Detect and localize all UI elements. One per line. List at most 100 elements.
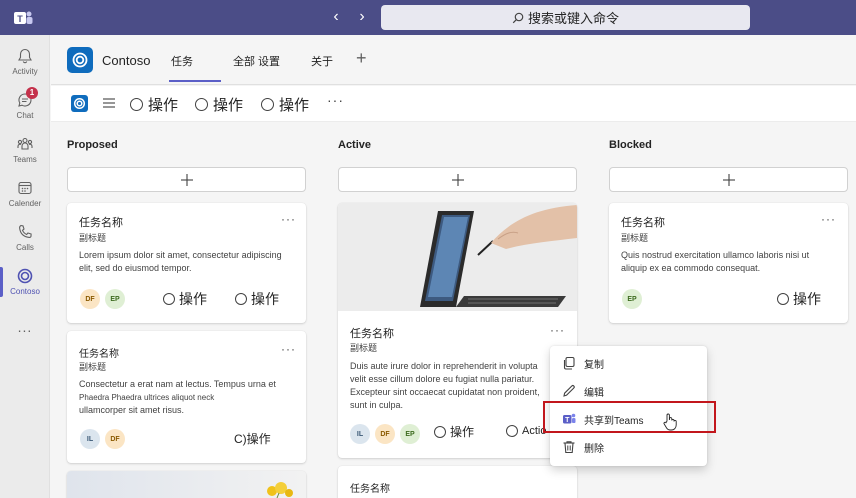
card-description: Lorem ipsum dolor sit amet, consectetur … xyxy=(79,249,282,275)
task-card[interactable]: 任务名称 副标题 ··· Consectetur a erat nam at l… xyxy=(67,331,306,463)
rail-item-label: Teams xyxy=(13,155,37,164)
app-rail: Activity Chat 1 Teams Calender Calls Con… xyxy=(0,35,50,498)
toolbar-action-button[interactable]: 操作 xyxy=(130,94,178,115)
menu-item-label: 删除 xyxy=(584,443,604,455)
more-options-icon[interactable]: ··· xyxy=(821,212,836,226)
hamburger-menu-icon[interactable] xyxy=(103,97,115,109)
card-description-line: Duis aute irure dolor in reprehenderit i… xyxy=(350,361,538,371)
rail-item-calendar[interactable]: Calender xyxy=(0,173,50,217)
avatar[interactable]: DF xyxy=(80,289,100,309)
card-action-button[interactable]: C)操作 xyxy=(234,430,271,447)
svg-text:T: T xyxy=(17,14,23,24)
more-options-icon[interactable]: ··· xyxy=(281,342,296,356)
card-description-line: velit esse cillum dolore eu fugiat nulla… xyxy=(350,374,535,384)
active-tab-indicator xyxy=(169,80,221,82)
more-options-icon[interactable]: ··· xyxy=(327,92,344,108)
avatar[interactable]: EP xyxy=(400,424,420,444)
action-label: 操作 xyxy=(213,97,244,114)
avatar[interactable]: DF xyxy=(375,424,395,444)
plus-icon xyxy=(451,173,464,186)
rail-item-teams[interactable]: Teams xyxy=(0,129,50,173)
phone-icon xyxy=(19,224,32,238)
hand-cursor-icon xyxy=(663,413,677,431)
add-task-button[interactable] xyxy=(609,167,848,192)
card-action-button[interactable]: 操作 xyxy=(777,289,821,309)
card-subtitle: 副标题 xyxy=(350,343,378,353)
add-task-button[interactable] xyxy=(67,167,306,192)
card-title: 任务名称 xyxy=(79,217,123,229)
toolbar-action-button[interactable]: 操作 xyxy=(195,94,243,115)
toolbar-action-button[interactable]: 操作 xyxy=(261,94,309,115)
task-card[interactable] xyxy=(67,471,306,498)
menu-item-label: 编辑 xyxy=(584,387,604,399)
add-tab-button[interactable]: + xyxy=(356,49,367,67)
card-title: 任务名称 xyxy=(350,484,390,495)
more-options-icon[interactable]: ··· xyxy=(281,212,296,226)
back-arrow-icon[interactable]: ‹ xyxy=(330,8,342,26)
tab-about[interactable]: 关于 xyxy=(311,53,333,69)
radio-icon xyxy=(261,98,274,111)
rail-item-activity[interactable]: Activity xyxy=(0,41,50,85)
card-action-button[interactable]: Actio xyxy=(506,425,546,437)
title-bar: T ‹ › 搜索或键入命令 xyxy=(0,0,856,35)
more-apps-icon[interactable]: ... xyxy=(0,319,50,363)
card-description-line: sunt in culpa. xyxy=(350,400,404,410)
card-action-button[interactable]: 操作 xyxy=(434,423,474,440)
trash-icon xyxy=(563,441,575,454)
add-task-button[interactable] xyxy=(338,167,577,192)
task-card[interactable]: 任务名称 副标题 ··· Quis nostrud exercitation u… xyxy=(609,203,848,323)
radio-icon xyxy=(163,293,175,305)
contoso-logo-icon xyxy=(67,47,93,73)
toolbar: 操作 操作 操作 ··· xyxy=(51,86,856,122)
card-description-line: Excepteur sint occaecat cupidatat non pr… xyxy=(350,387,540,397)
rail-item-contoso[interactable]: Contoso xyxy=(0,261,50,305)
plus-icon xyxy=(180,173,193,186)
action-label: C)操作 xyxy=(234,432,271,446)
card-description-line: elit, sed do eiusmod tempor. xyxy=(79,263,192,273)
card-action-button[interactable]: 操作 xyxy=(163,289,207,309)
app-name: Contoso xyxy=(102,53,151,68)
menu-item-copy[interactable]: 复制 xyxy=(550,349,707,377)
menu-item-label: 复制 xyxy=(584,359,604,371)
avatar[interactable]: EP xyxy=(105,289,125,309)
card-title: 任务名称 xyxy=(350,328,394,340)
task-card[interactable]: 任务名称 副标题 ··· Lorem ipsum dolor sit amet,… xyxy=(67,203,306,323)
card-action-button[interactable]: 操作 xyxy=(235,289,279,309)
column-title-proposed: Proposed xyxy=(67,139,118,151)
contoso-logo-icon[interactable] xyxy=(71,95,88,112)
card-image xyxy=(67,471,306,498)
rail-item-label: Calender xyxy=(8,199,42,208)
more-options-icon[interactable]: ··· xyxy=(550,323,565,337)
rail-item-chat[interactable]: Chat 1 xyxy=(0,85,50,129)
task-card[interactable]: 任务名称 副标题 ··· Duis aute irure dolor in re… xyxy=(338,203,577,458)
teams-icon xyxy=(17,137,33,150)
avatar[interactable]: EP xyxy=(622,289,642,309)
rail-item-label: Chat xyxy=(16,111,34,120)
search-icon xyxy=(512,12,524,23)
rail-item-label: Contoso xyxy=(10,287,40,296)
card-description-line: aliquip ex ea commodo consequat. xyxy=(621,263,761,273)
copy-icon xyxy=(563,356,575,370)
rail-item-calls[interactable]: Calls xyxy=(0,217,50,261)
menu-item-delete[interactable]: 删除 xyxy=(550,433,707,461)
app-header: Contoso 任务 全部 设置 关于 + xyxy=(51,35,856,85)
card-subtitle: 副标题 xyxy=(79,233,107,243)
notification-badge: 1 xyxy=(26,87,38,99)
search-input[interactable]: 搜索或键入命令 xyxy=(381,5,750,30)
task-card[interactable]: 任务名称 xyxy=(338,466,577,498)
card-title: 任务名称 xyxy=(79,349,119,360)
action-label: 操作 xyxy=(279,97,310,114)
avatar[interactable]: IL xyxy=(350,424,370,444)
rail-item-label: Calls xyxy=(16,243,34,252)
avatar[interactable]: IL xyxy=(80,429,100,449)
tab-all-settings[interactable]: 全部 设置 xyxy=(233,53,280,69)
teams-logo-icon[interactable]: T xyxy=(12,8,34,28)
card-title: 任务名称 xyxy=(621,217,665,229)
card-description-line: ullamcorper sit amet risus. xyxy=(79,405,185,415)
column-title-active: Active xyxy=(338,139,372,151)
avatar[interactable]: DF xyxy=(105,429,125,449)
card-description: Duis aute irure dolor in reprehenderit i… xyxy=(350,360,572,412)
forward-arrow-icon[interactable]: › xyxy=(356,8,368,26)
radio-icon xyxy=(777,293,789,305)
tab-tasks[interactable]: 任务 xyxy=(171,53,193,69)
